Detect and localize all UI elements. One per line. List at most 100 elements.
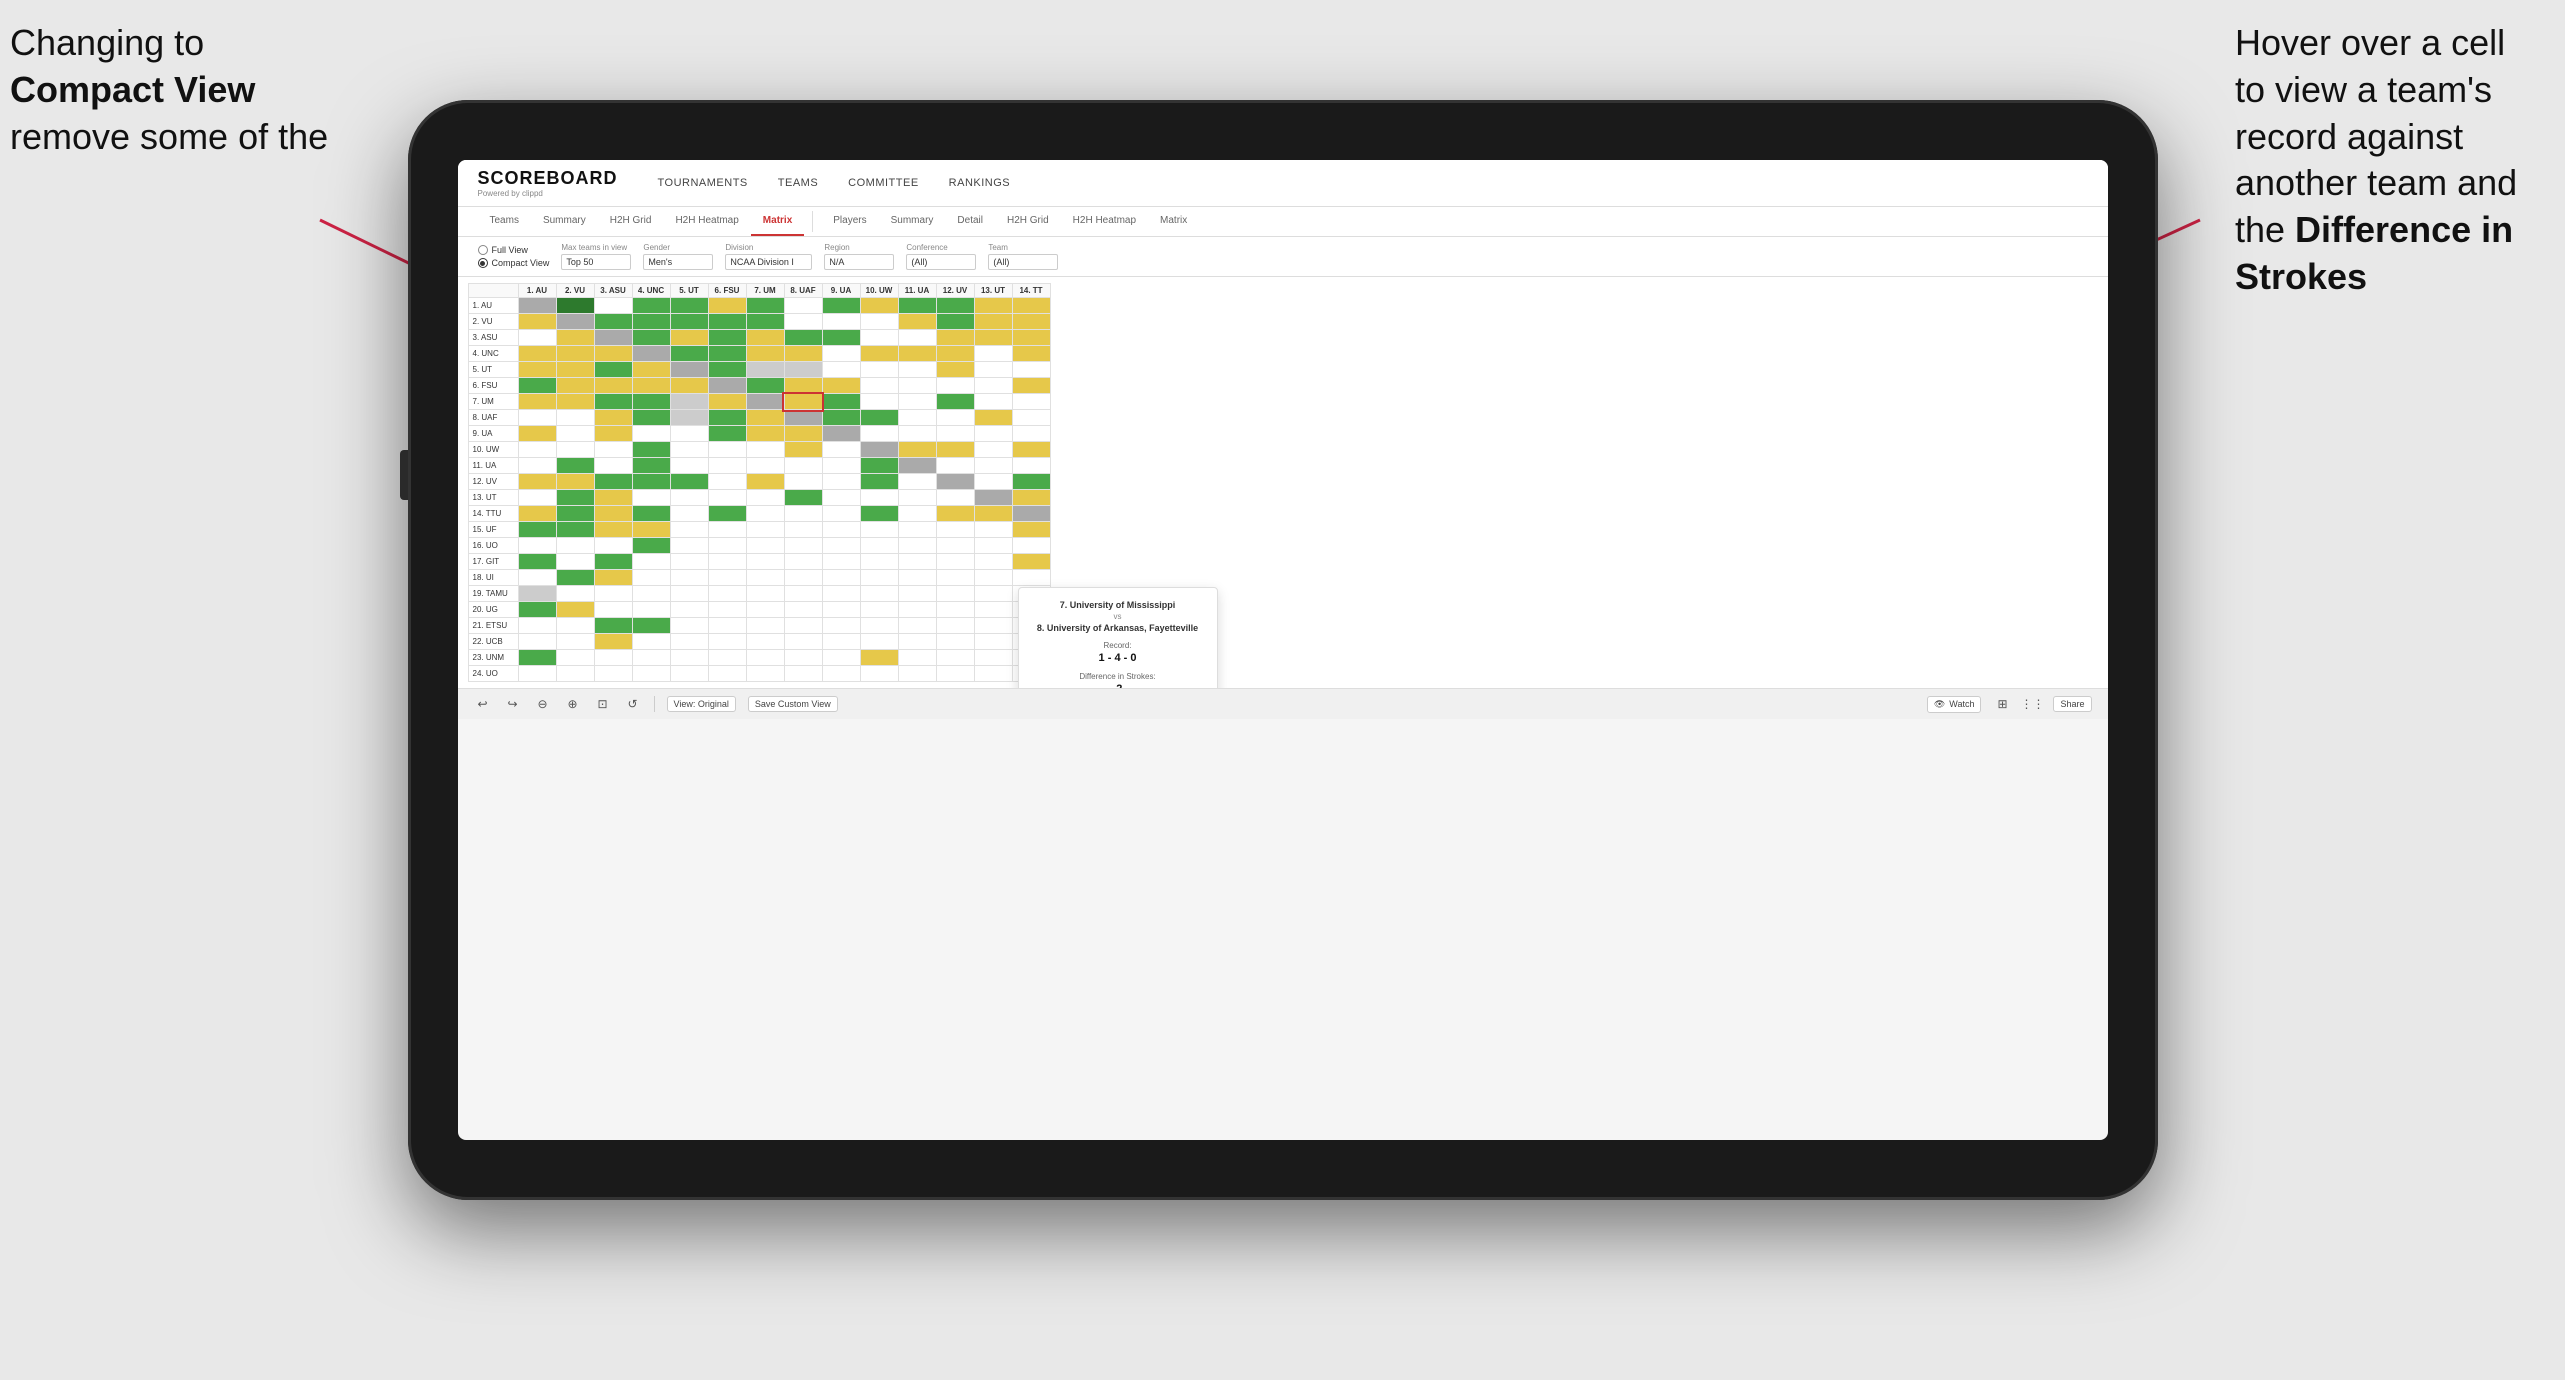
cell-23-9[interactable]: [822, 650, 860, 666]
cell-21-4[interactable]: [632, 618, 670, 634]
cell-9-9[interactable]: [822, 426, 860, 442]
cell-19-12[interactable]: [936, 586, 974, 602]
cell-6-2[interactable]: [556, 378, 594, 394]
cell-8-6[interactable]: [708, 410, 746, 426]
cell-2-13[interactable]: [974, 314, 1012, 330]
cell-21-1[interactable]: [518, 618, 556, 634]
cell-7-12[interactable]: [936, 394, 974, 410]
cell-5-5[interactable]: [670, 362, 708, 378]
cell-16-14[interactable]: [1012, 538, 1050, 554]
cell-22-11[interactable]: [898, 634, 936, 650]
cell-16-7[interactable]: [746, 538, 784, 554]
cell-24-1[interactable]: [518, 666, 556, 682]
cell-6-11[interactable]: [898, 378, 936, 394]
cell-17-12[interactable]: [936, 554, 974, 570]
tab-matrix2[interactable]: Matrix: [1148, 207, 1199, 236]
cell-5-4[interactable]: [632, 362, 670, 378]
cell-3-5[interactable]: [670, 330, 708, 346]
cell-8-12[interactable]: [936, 410, 974, 426]
cell-23-3[interactable]: [594, 650, 632, 666]
cell-7-3[interactable]: [594, 394, 632, 410]
cell-21-8[interactable]: [784, 618, 822, 634]
cell-18-3[interactable]: [594, 570, 632, 586]
nav-teams[interactable]: TEAMS: [778, 173, 818, 193]
nav-committee[interactable]: COMMITTEE: [848, 173, 919, 193]
cell-15-8[interactable]: [784, 522, 822, 538]
cell-6-8[interactable]: [784, 378, 822, 394]
cell-14-11[interactable]: [898, 506, 936, 522]
cell-13-7[interactable]: [746, 490, 784, 506]
cell-24-12[interactable]: [936, 666, 974, 682]
cell-22-6[interactable]: [708, 634, 746, 650]
cell-6-7[interactable]: [746, 378, 784, 394]
cell-8-3[interactable]: [594, 410, 632, 426]
cell-18-10[interactable]: [860, 570, 898, 586]
cell-2-11[interactable]: [898, 314, 936, 330]
cell-9-7[interactable]: [746, 426, 784, 442]
cell-12-8[interactable]: [784, 474, 822, 490]
cell-8-8[interactable]: [784, 410, 822, 426]
cell-14-1[interactable]: [518, 506, 556, 522]
cell-23-11[interactable]: [898, 650, 936, 666]
nav-tournaments[interactable]: TOURNAMENTS: [658, 173, 748, 193]
cell-15-13[interactable]: [974, 522, 1012, 538]
cell-21-9[interactable]: [822, 618, 860, 634]
cell-13-9[interactable]: [822, 490, 860, 506]
cell-1-10[interactable]: [860, 298, 898, 314]
cell-10-4[interactable]: [632, 442, 670, 458]
cell-14-12[interactable]: [936, 506, 974, 522]
cell-13-6[interactable]: [708, 490, 746, 506]
cell-6-4[interactable]: [632, 378, 670, 394]
cell-4-4[interactable]: [632, 346, 670, 362]
cell-7-13[interactable]: [974, 394, 1012, 410]
cell-6-12[interactable]: [936, 378, 974, 394]
cell-20-4[interactable]: [632, 602, 670, 618]
cell-17-7[interactable]: [746, 554, 784, 570]
cell-10-8[interactable]: [784, 442, 822, 458]
cell-5-3[interactable]: [594, 362, 632, 378]
cell-3-9[interactable]: [822, 330, 860, 346]
cell-3-1[interactable]: [518, 330, 556, 346]
cell-18-12[interactable]: [936, 570, 974, 586]
cell-12-14[interactable]: [1012, 474, 1050, 490]
cell-15-6[interactable]: [708, 522, 746, 538]
cell-23-13[interactable]: [974, 650, 1012, 666]
cell-20-12[interactable]: [936, 602, 974, 618]
cell-9-12[interactable]: [936, 426, 974, 442]
cell-20-8[interactable]: [784, 602, 822, 618]
cell-23-5[interactable]: [670, 650, 708, 666]
cell-19-9[interactable]: [822, 586, 860, 602]
cell-14-4[interactable]: [632, 506, 670, 522]
cell-17-6[interactable]: [708, 554, 746, 570]
cell-2-12[interactable]: [936, 314, 974, 330]
cell-18-4[interactable]: [632, 570, 670, 586]
cell-21-12[interactable]: [936, 618, 974, 634]
cell-4-5[interactable]: [670, 346, 708, 362]
cell-17-2[interactable]: [556, 554, 594, 570]
cell-9-11[interactable]: [898, 426, 936, 442]
cell-4-9[interactable]: [822, 346, 860, 362]
cell-13-14[interactable]: [1012, 490, 1050, 506]
cell-6-14[interactable]: [1012, 378, 1050, 394]
cell-3-3[interactable]: [594, 330, 632, 346]
cell-14-2[interactable]: [556, 506, 594, 522]
cell-24-4[interactable]: [632, 666, 670, 682]
tab-detail[interactable]: Detail: [945, 207, 995, 236]
cell-10-13[interactable]: [974, 442, 1012, 458]
cell-1-6[interactable]: [708, 298, 746, 314]
cell-8-14[interactable]: [1012, 410, 1050, 426]
cell-12-6[interactable]: [708, 474, 746, 490]
cell-13-5[interactable]: [670, 490, 708, 506]
cell-18-7[interactable]: [746, 570, 784, 586]
cell-20-2[interactable]: [556, 602, 594, 618]
division-select[interactable]: NCAA Division I: [725, 254, 812, 270]
cell-18-13[interactable]: [974, 570, 1012, 586]
cell-24-11[interactable]: [898, 666, 936, 682]
cell-14-13[interactable]: [974, 506, 1012, 522]
cell-19-5[interactable]: [670, 586, 708, 602]
cell-17-11[interactable]: [898, 554, 936, 570]
compact-view-radio[interactable]: Compact View: [478, 258, 550, 268]
cell-18-14[interactable]: [1012, 570, 1050, 586]
cell-13-10[interactable]: [860, 490, 898, 506]
cell-12-12[interactable]: [936, 474, 974, 490]
